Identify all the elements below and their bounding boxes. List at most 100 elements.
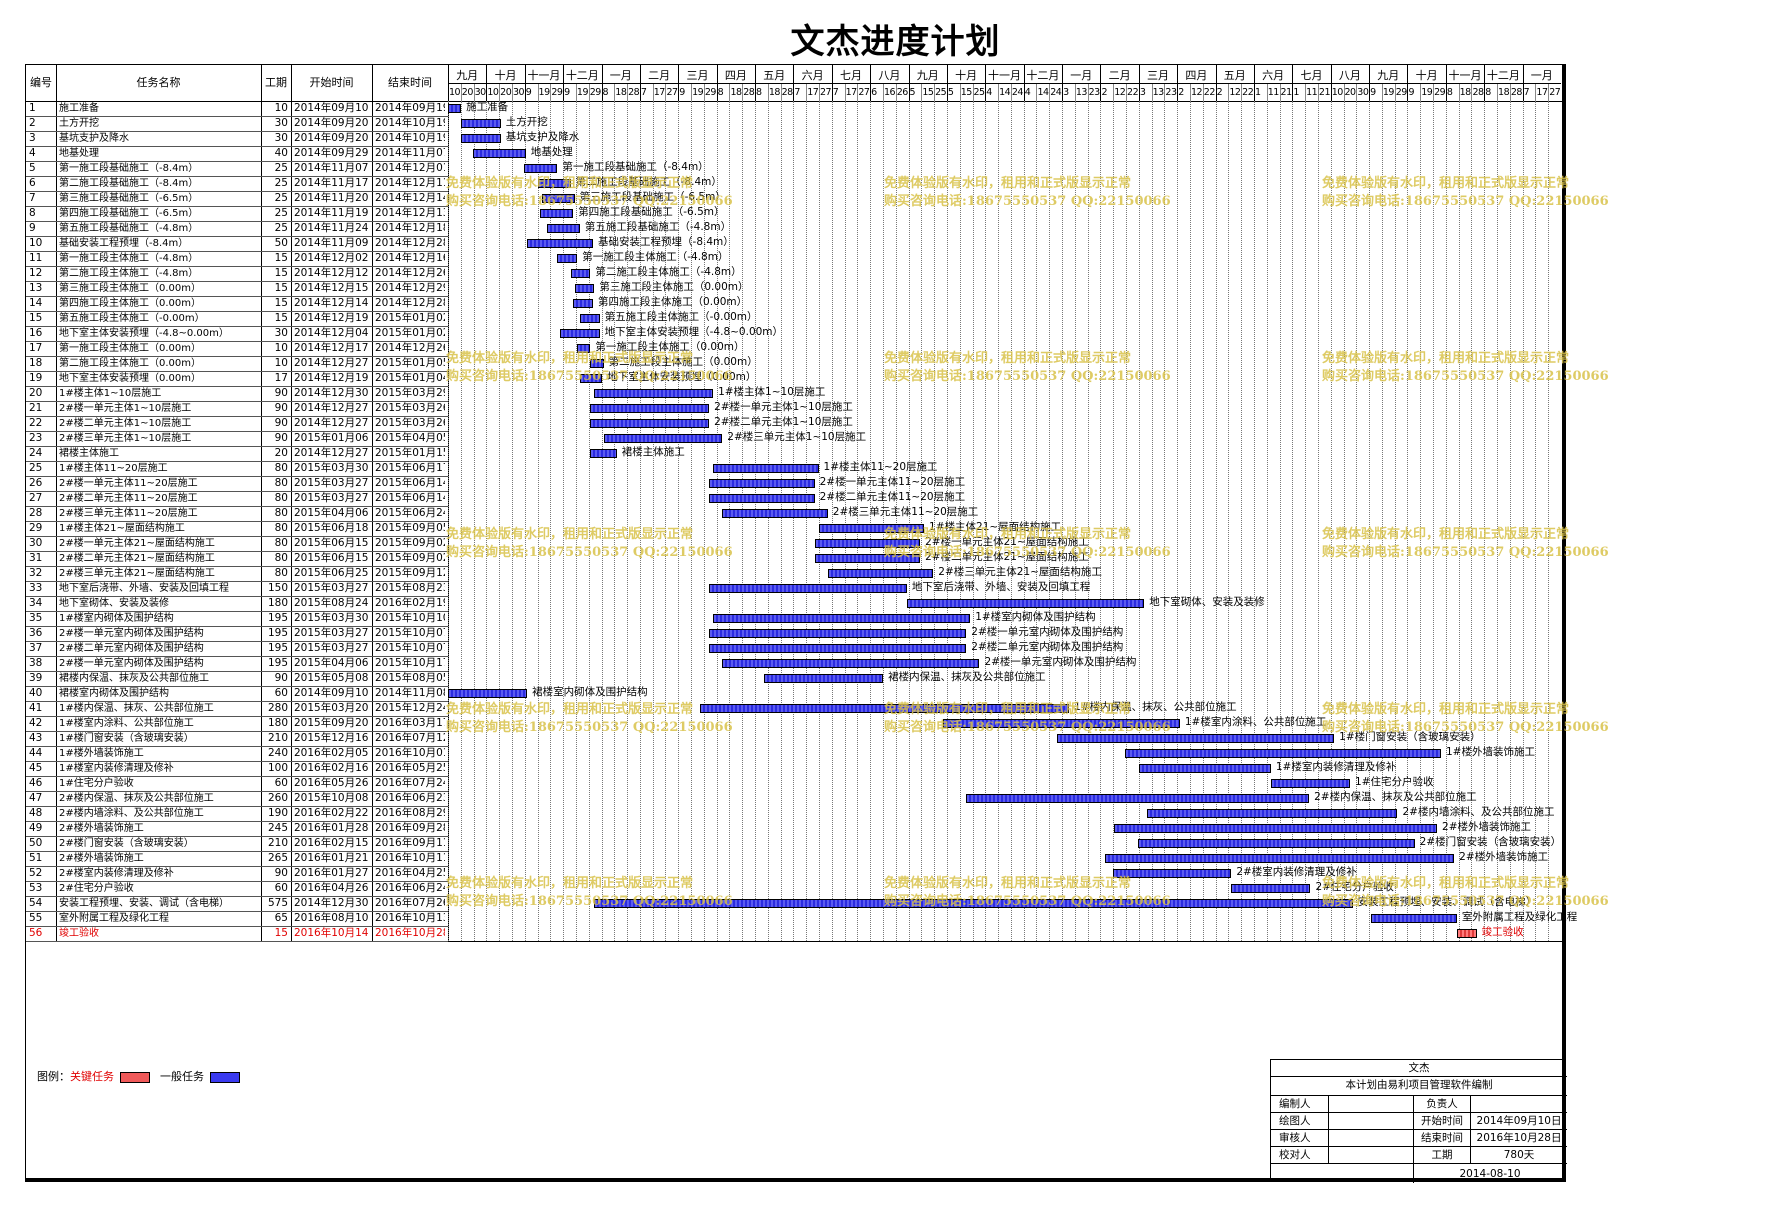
task-bar[interactable] [1137,839,1415,848]
watermark-line: 免费体验版有水印，租用和正式版显示正常 [446,527,694,542]
task-bar[interactable] [590,419,710,428]
task-bar[interactable] [709,479,815,488]
table-row: 461#住宅分户验收602016年05月26日2016年07月24日 [26,776,448,791]
task-bar[interactable] [906,599,1145,608]
task-bar[interactable] [527,239,594,248]
watermark-line: 购买咨询电话:18675550537 QQ:22150066 [884,369,1171,384]
day-divider [998,83,1000,101]
column-header-start: 开始时间 [309,76,354,89]
task-bar[interactable] [574,284,595,293]
day-divider [780,83,782,101]
gridline [870,101,872,941]
table-row: 33地下室后浇带、外墙、安装及回填工程1502015年03月27日2015年08… [26,581,448,596]
task-bar-label: 2#楼一单元室内砌体及围护结构 [984,656,1137,668]
timeline-month: 十月 [1415,69,1438,82]
timeline-month: 一月 [1530,69,1553,82]
day-divider [1471,83,1473,101]
day-divider [806,83,808,101]
task-bar-label: 1#楼室内涂料、公共部位施工 [1184,716,1327,728]
day-divider [767,83,769,101]
table-row: 502#楼门窗安装（含玻璃安装）2102016年02月15日2016年09月11… [26,836,448,851]
info-duration_value: 780天 [1503,1149,1535,1161]
row-divider [26,941,448,942]
task-bar[interactable] [1146,809,1398,818]
task-bar[interactable] [709,629,967,638]
task-bar[interactable] [570,269,591,278]
day-divider [1279,83,1281,101]
gridline [921,101,923,941]
task-bar[interactable] [1139,764,1271,773]
gridline [819,101,820,941]
task-bar[interactable] [1124,749,1441,758]
task-bar-label: 基础安装工程预埋（-8.4m） [598,236,734,248]
task-bar[interactable] [603,434,723,443]
task-bar[interactable] [590,449,617,458]
task-bar[interactable] [764,674,884,683]
watermark-line: 免费体验版有水印，租用和正式版显示正常 [446,176,694,191]
task-bar[interactable] [1371,914,1457,923]
task-bar[interactable] [448,104,462,113]
table-row: 212#楼一单元主体1~10层施工902014年12月27日2015年03月26… [26,401,448,416]
task-bar[interactable] [1270,779,1350,788]
task-bar-label: 施工准备 [466,101,509,113]
task-bar[interactable] [722,659,980,668]
gridline [524,101,526,941]
task-bar[interactable] [557,254,578,263]
task-bar[interactable] [590,404,710,413]
task-bar[interactable] [461,134,501,143]
task-bar[interactable] [713,464,819,473]
task-duration: 15 [274,927,288,939]
task-bar-label: 第一施工段基础施工（-8.4m） [562,161,709,173]
day-divider [588,83,590,101]
task-bar[interactable] [524,164,558,173]
info-duration_label: 工期 [1431,1149,1453,1161]
gridline [1138,101,1140,941]
task-bar[interactable] [709,584,907,593]
task-bar[interactable] [546,224,580,233]
timeline-month: 十一月 [987,69,1021,82]
task-bar[interactable] [1104,854,1455,863]
task-bar[interactable] [709,494,815,503]
day-divider [972,83,974,101]
gridline [857,101,859,941]
task-bar[interactable] [966,794,1310,803]
legend-critical-swatch [120,1071,150,1083]
task-bar[interactable] [722,509,828,518]
task-bar[interactable] [713,614,971,623]
task-bar[interactable] [573,299,594,308]
gridline [1062,101,1064,941]
task-bar[interactable] [579,314,600,323]
task-bar[interactable] [1231,884,1311,893]
task-bar[interactable] [560,329,600,338]
info-vline [1413,1096,1414,1164]
task-bar-label: 裙楼主体施工 [621,446,685,458]
timeline-month: 二月 [1108,69,1131,82]
task-bar[interactable] [461,119,501,128]
task-bar-label: 2#楼二单元主体1~10层施工 [714,416,853,428]
task-bar[interactable] [827,569,934,578]
day-divider [575,83,577,101]
day-divider [819,83,820,101]
task-bar-label: 裙楼室内砌体及围护结构 [532,686,648,698]
timeline-month: 二月 [648,69,671,82]
table-row: 12第二施工段主体施工（-4.8m）152014年12月12日2014年12月2… [26,266,448,281]
table-row: 54安装工程预埋、安装、调试（含电梯）5752014年12月30日2016年07… [26,896,448,911]
legend-label: 图例： [37,1070,70,1083]
task-bar[interactable] [709,644,967,653]
watermark-line: 购买咨询电话:18675550537 QQ:22150066 [1322,194,1609,209]
table-row: 291#楼主体21~屋面结构施工802015年06月18日2015年09月05日 [26,521,448,536]
task-bar[interactable] [473,149,526,158]
task-bar[interactable] [448,689,528,698]
task-bar-label: 1#住宅分户验收 [1355,776,1434,788]
task-bar[interactable] [594,389,714,398]
day-divider [742,83,744,101]
gridline [844,101,846,941]
task-bar[interactable] [1456,929,1477,938]
day-divider [1381,83,1383,101]
table-row: 16地下室主体安装预埋（-4.8~0.00m）302014年12月04日2015… [26,326,448,341]
task-bar[interactable] [1113,824,1438,833]
gridline [499,101,501,941]
day-divider [844,83,846,101]
gridline [448,101,449,941]
watermark: 免费体验版有水印，租用和正式版显示正常 购买咨询电话:18675550537 QQ… [884,701,1171,737]
